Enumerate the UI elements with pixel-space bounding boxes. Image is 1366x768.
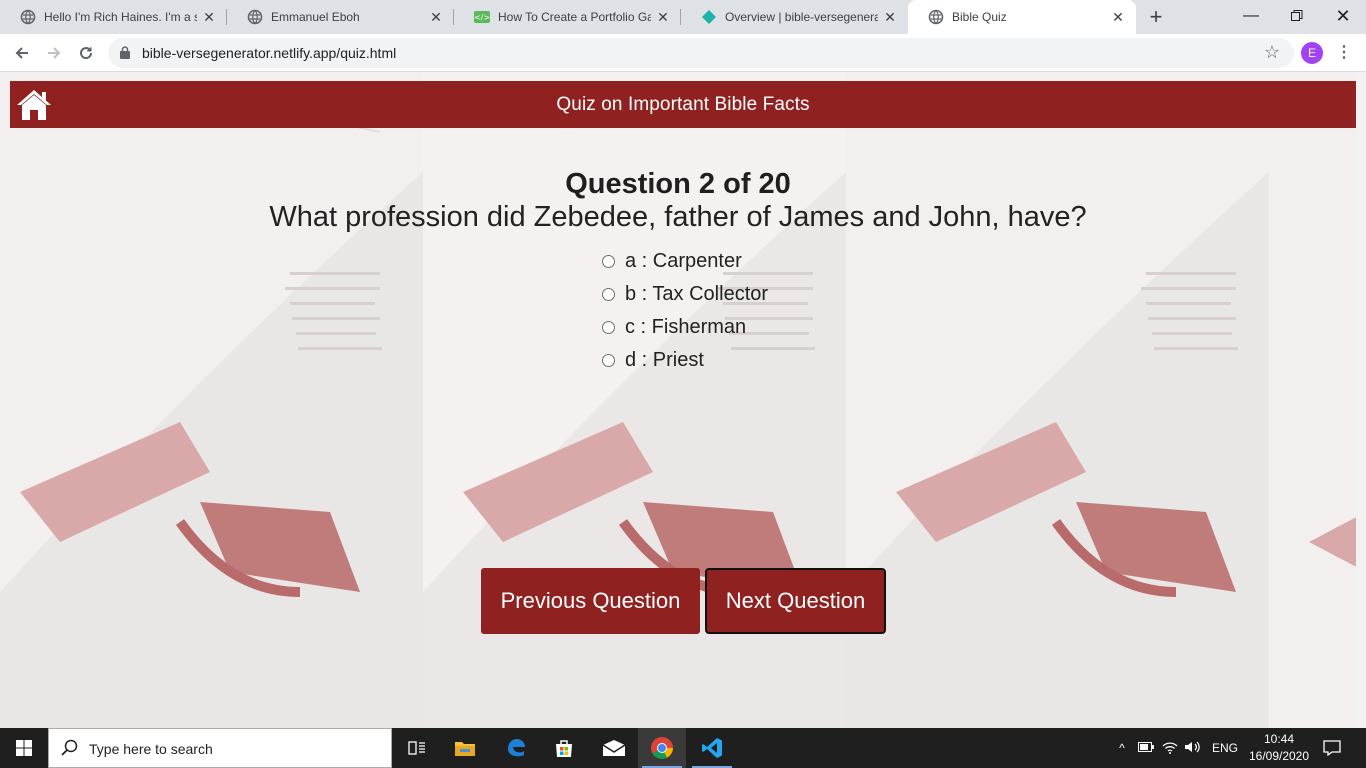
battery-icon[interactable] <box>1138 741 1154 755</box>
clock-time: 10:44 <box>1263 732 1295 746</box>
windows-start-button[interactable] <box>0 728 48 768</box>
svg-text:</>: </> <box>474 13 490 22</box>
page-scrollbar[interactable] <box>1356 72 1366 728</box>
site-header: Quiz on Important Bible Facts <box>10 81 1356 128</box>
option-label: a : Carpenter <box>625 250 742 272</box>
star-icon[interactable]: ☆ <box>1264 42 1280 63</box>
question-text: What profession did Zebedee, father of J… <box>269 201 1087 233</box>
next-question-button[interactable]: Next Question <box>705 568 886 634</box>
system-tray: ^ ENG <box>1114 728 1238 768</box>
restore-button[interactable] <box>1274 0 1320 32</box>
new-tab-button[interactable]: + <box>1136 0 1176 34</box>
radio-button[interactable] <box>602 321 615 334</box>
edge-icon[interactable] <box>492 728 540 768</box>
url-text: bible-versegenerator.netlify.app/quiz.ht… <box>142 45 397 61</box>
close-window-button[interactable]: ✕ <box>1320 0 1366 32</box>
tab-title: Hello I'm Rich Haines. I'm a sof <box>44 10 197 24</box>
browser-tab[interactable]: Overview | bible-versegenerato ✕ <box>681 0 908 34</box>
radio-button[interactable] <box>602 288 615 301</box>
close-icon[interactable]: ✕ <box>428 9 444 25</box>
language-indicator[interactable]: ENG <box>1212 741 1238 755</box>
close-icon[interactable]: ✕ <box>1110 9 1126 25</box>
file-explorer-icon[interactable] <box>441 728 489 768</box>
close-icon[interactable]: ✕ <box>655 9 671 25</box>
tab-title: Emmanuel Eboh <box>271 10 360 24</box>
option-label: b : Tax Collector <box>625 283 769 305</box>
browser-tab[interactable]: </> How To Create a Portfolio Gall ✕ <box>454 0 681 34</box>
vscode-icon[interactable] <box>688 728 736 768</box>
forward-button[interactable] <box>40 40 68 66</box>
codepen-icon: </> <box>474 9 490 25</box>
tab-title: Overview | bible-versegenerato <box>725 10 878 24</box>
previous-question-button[interactable]: Previous Question <box>481 568 700 634</box>
back-button[interactable] <box>8 40 36 66</box>
wifi-icon[interactable] <box>1162 740 1178 757</box>
answer-option[interactable]: a : Carpenter <box>602 245 768 278</box>
taskbar: Type here to search ^ ENG 10:44 16/09/20… <box>0 728 1366 768</box>
lock-icon <box>120 46 130 59</box>
close-icon[interactable]: ✕ <box>201 9 217 25</box>
task-view-icon[interactable] <box>393 728 441 768</box>
globe-icon <box>20 9 36 25</box>
minimize-button[interactable]: — <box>1228 0 1274 32</box>
windows-icon <box>16 740 32 756</box>
close-icon[interactable]: ✕ <box>882 9 898 25</box>
page-title: Quiz on Important Bible Facts <box>556 94 810 115</box>
option-label: d : Priest <box>625 349 704 371</box>
store-icon[interactable] <box>540 728 588 768</box>
tab-title: How To Create a Portfolio Gall <box>498 10 651 24</box>
globe-icon <box>247 9 263 25</box>
answer-options: a : Carpenter b : Tax Collector c : Fish… <box>602 245 768 377</box>
chevron-up-icon[interactable]: ^ <box>1114 741 1130 755</box>
search-placeholder: Type here to search <box>89 741 213 757</box>
clock[interactable]: 10:44 16/09/2020 <box>1246 731 1312 765</box>
volume-icon[interactable] <box>1184 740 1202 757</box>
tab-strip: Hello I'm Rich Haines. I'm a sof ✕ Emman… <box>0 0 1366 34</box>
browser-tab[interactable]: Emmanuel Eboh ✕ <box>227 0 454 34</box>
reload-button[interactable] <box>72 40 100 66</box>
netlify-icon <box>701 9 717 25</box>
profile-avatar[interactable]: E <box>1301 42 1323 64</box>
answer-option[interactable]: b : Tax Collector <box>602 278 768 311</box>
page-viewport: Quiz on Important Bible Facts Question 2… <box>0 72 1366 728</box>
address-bar[interactable]: bible-versegenerator.netlify.app/quiz.ht… <box>108 38 1294 68</box>
search-icon <box>61 739 79 762</box>
tab-title: Bible Quiz <box>952 10 1007 24</box>
chrome-icon[interactable] <box>638 728 686 768</box>
radio-button[interactable] <box>602 255 615 268</box>
globe-icon <box>928 9 944 25</box>
mail-icon[interactable] <box>590 728 638 768</box>
question-number: Question 2 of 20 <box>565 168 791 200</box>
menu-icon[interactable]: ⋮ <box>1334 41 1354 65</box>
notifications-icon[interactable] <box>1312 728 1352 768</box>
option-label: c : Fisherman <box>625 316 747 338</box>
browser-toolbar: bible-versegenerator.netlify.app/quiz.ht… <box>0 34 1366 72</box>
browser-tab[interactable]: Hello I'm Rich Haines. I'm a sof ✕ <box>0 0 227 34</box>
clock-date: 16/09/2020 <box>1248 749 1310 763</box>
browser-tab-active[interactable]: Bible Quiz ✕ <box>908 0 1136 34</box>
answer-option[interactable]: c : Fisherman <box>602 311 768 344</box>
answer-option[interactable]: d : Priest <box>602 344 768 377</box>
taskbar-search-box[interactable]: Type here to search <box>48 728 392 768</box>
radio-button[interactable] <box>602 354 615 367</box>
